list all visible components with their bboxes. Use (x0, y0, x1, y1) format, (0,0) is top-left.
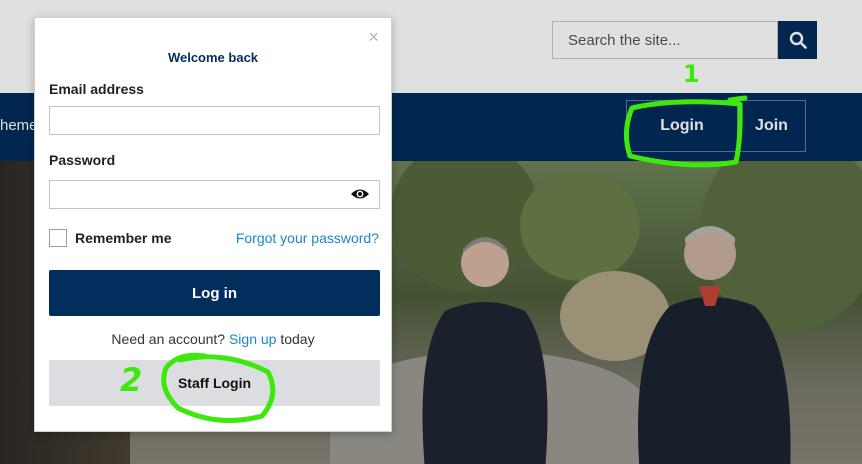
modal-title: Welcome back (167, 50, 259, 65)
login-modal: × Welcome back Email address Password Re… (34, 17, 392, 432)
need-account-suffix: today (280, 331, 315, 347)
password-field[interactable] (49, 180, 380, 209)
close-icon[interactable]: × (368, 28, 379, 46)
staff-login-button[interactable]: Staff Login (49, 360, 380, 406)
forgot-password-link[interactable]: Forgot your password? (236, 230, 379, 246)
remember-me-checkbox[interactable] (49, 229, 67, 247)
email-field[interactable] (49, 106, 380, 135)
sign-up-link[interactable]: Sign up (229, 331, 276, 347)
password-label: Password (49, 152, 116, 168)
log-in-button[interactable]: Log in (49, 270, 380, 316)
need-account-text: Need an account? Sign up today (35, 331, 391, 347)
need-account-prefix: Need an account? (111, 331, 226, 347)
remember-me-label[interactable]: Remember me (75, 230, 172, 246)
email-label: Email address (49, 81, 144, 97)
show-password-icon[interactable] (350, 187, 370, 201)
